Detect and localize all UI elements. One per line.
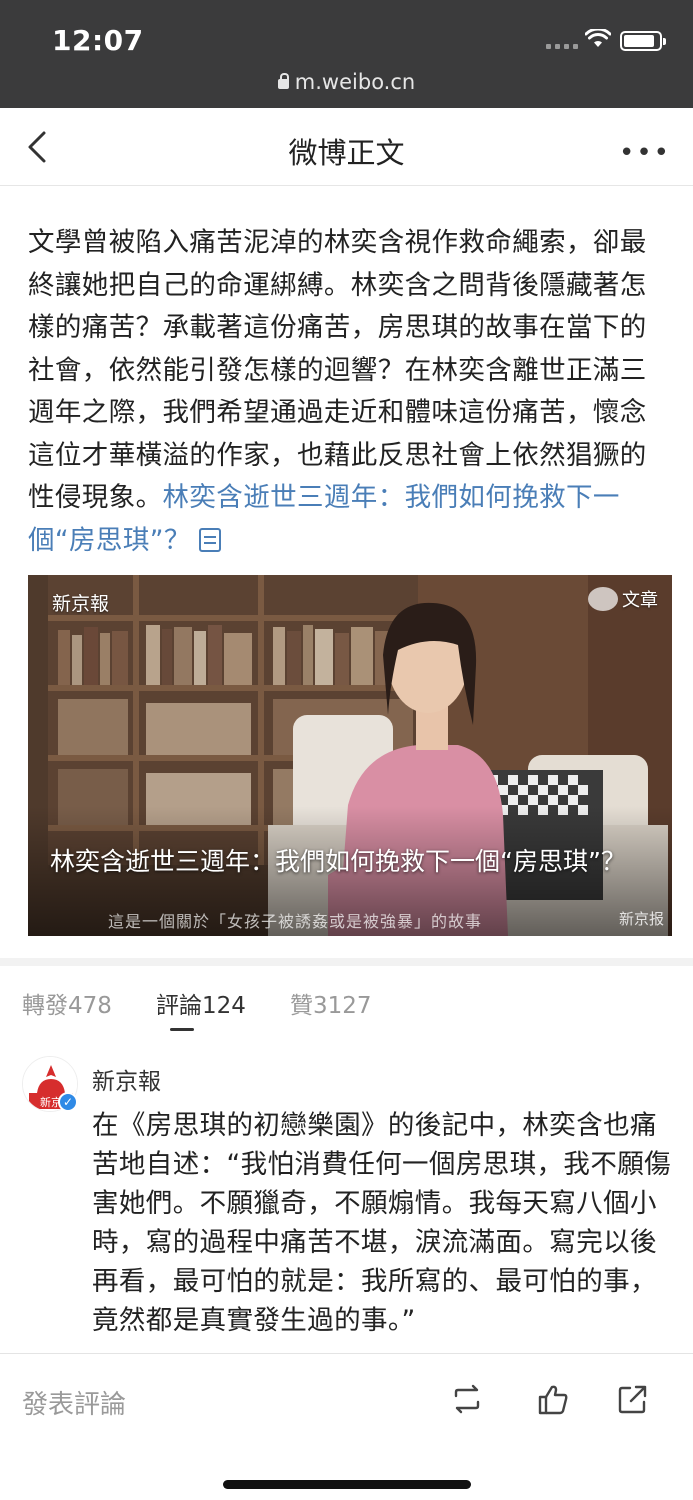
comment-input[interactable]: 發表評論 <box>22 1384 126 1421</box>
battery-icon <box>620 31 666 51</box>
interaction-tabs: 轉發478 評論124 贊3127 <box>0 966 693 1042</box>
verified-badge-icon: ✓ <box>58 1092 78 1112</box>
card-title: 林奕含逝世三週年：我們如何挽救下一個“房思琪”？ <box>50 847 626 876</box>
tab-reposts[interactable]: 轉發478 <box>22 986 112 1020</box>
article-badge: 文章 <box>588 585 658 613</box>
url-bar[interactable]: m.weibo.cn <box>0 70 693 94</box>
card-source: 新京報 <box>52 593 110 615</box>
card-video-subtitle: 這是一個關於「女孩子被誘姦或是被強暴」的故事 <box>108 912 483 931</box>
status-bar: 12:07 m.weibo.cn <box>0 0 693 108</box>
post-body: 文學曾被陷入痛苦泥淖的林奕含視作救命繩索，卻最終讓她把自己的命運綁縛。林奕含之問… <box>28 222 668 562</box>
status-time: 12:07 <box>52 24 144 57</box>
article-badge-label: 文章 <box>622 590 658 611</box>
more-options-icon[interactable]: ••• <box>619 138 671 168</box>
comment-author[interactable]: 新京報 <box>92 1062 161 1096</box>
repost-icon[interactable] <box>450 1382 484 1416</box>
tab-comments[interactable]: 評論124 <box>156 986 246 1020</box>
document-icon[interactable] <box>198 527 221 552</box>
section-divider <box>0 958 693 966</box>
active-tab-indicator <box>170 1028 194 1031</box>
comment-text: 在《房思琪的初戀樂園》的後記中，林奕含也痛苦地自述：“我怕消費任何一個房思琪，我… <box>92 1110 672 1336</box>
url-text: m.weibo.cn <box>294 70 416 94</box>
article-card[interactable]: 新京報 文章 林奕含逝世三週年：我們如何挽救下一個“房思琪”？ 這是一個關於「女… <box>28 575 672 936</box>
wifi-icon <box>585 29 611 47</box>
nav-bar: 微博正文 ••• <box>0 108 693 186</box>
tab-likes[interactable]: 贊3127 <box>290 986 372 1020</box>
bottom-action-bar: 發表評論 <box>0 1353 693 1500</box>
share-icon[interactable] <box>616 1382 650 1416</box>
cellular-signal-icon <box>546 44 578 49</box>
article-badge-icon <box>588 587 618 611</box>
home-indicator <box>223 1480 471 1489</box>
card-watermark: 新京报 <box>618 910 664 928</box>
page-title: 微博正文 <box>288 136 405 170</box>
post-text: 文學曾被陷入痛苦泥淖的林奕含視作救命繩索，卻最終讓她把自己的命運綁縛。林奕含之問… <box>28 227 647 513</box>
lock-icon <box>277 73 289 89</box>
like-icon[interactable] <box>536 1382 570 1416</box>
